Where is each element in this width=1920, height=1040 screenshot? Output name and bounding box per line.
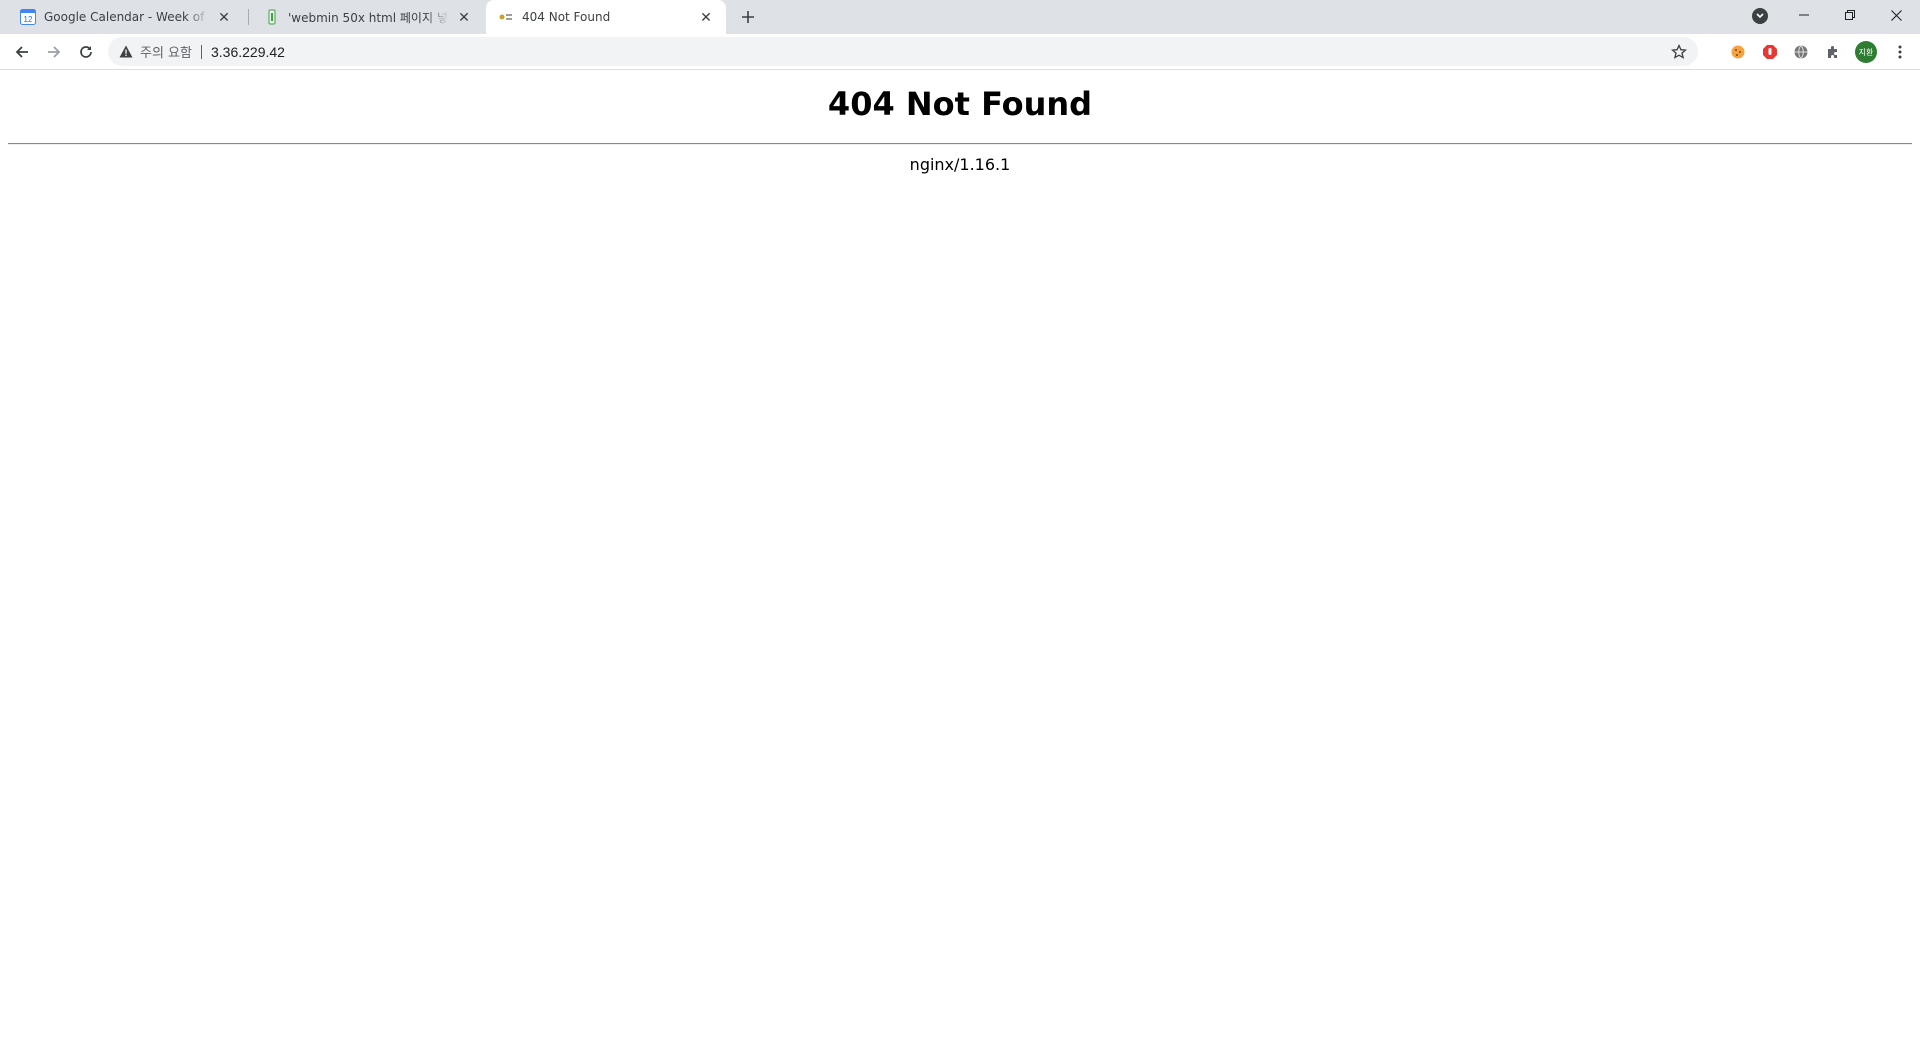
- new-tab-button[interactable]: [736, 5, 760, 29]
- tab-separator: [248, 9, 249, 25]
- page-heading: 404 Not Found: [827, 85, 1093, 123]
- horizontal-rule: [8, 143, 1912, 145]
- close-tab-icon[interactable]: ✕: [698, 9, 714, 25]
- tab-google-calendar[interactable]: 12 Google Calendar - Week of Ma ✕: [8, 0, 244, 34]
- extensions-puzzle-icon[interactable]: [1823, 42, 1843, 62]
- tab-title: 404 Not Found: [522, 10, 611, 24]
- chevron-down-icon: [1756, 13, 1764, 19]
- browser-toolbar: 주의 요함 3.36.229.42 지환: [0, 34, 1920, 70]
- url-text[interactable]: 3.36.229.42: [211, 44, 285, 60]
- back-button[interactable]: [8, 38, 36, 66]
- close-icon: [1890, 9, 1902, 21]
- minimize-icon: [1799, 14, 1809, 16]
- reload-button[interactable]: [72, 38, 100, 66]
- close-tab-icon[interactable]: ✕: [456, 9, 472, 25]
- bookmark-star-icon[interactable]: [1670, 43, 1688, 61]
- plus-icon: [742, 11, 754, 23]
- tab-search-button[interactable]: [1752, 8, 1768, 24]
- restore-button[interactable]: [1827, 0, 1873, 30]
- google-calendar-icon: 12: [20, 9, 36, 25]
- tab-strip: 12 Google Calendar - Week of Ma ✕ 'webmi…: [0, 0, 1920, 34]
- warning-icon[interactable]: [118, 44, 134, 60]
- svg-text:12: 12: [24, 15, 33, 24]
- arrow-right-icon: [48, 46, 61, 58]
- tab-title: 'webmin 50x html 페이지 넣는 ': [288, 10, 450, 25]
- forward-button[interactable]: [40, 38, 68, 66]
- default-page-icon: [498, 9, 514, 25]
- cookie-extension-icon[interactable]: [1728, 42, 1748, 62]
- tab-404-not-found[interactable]: 404 Not Found ✕: [486, 0, 726, 34]
- tab-title: Google Calendar - Week of Ma: [44, 10, 210, 24]
- minimize-button[interactable]: [1781, 0, 1827, 30]
- globe-extension-icon[interactable]: [1791, 42, 1811, 62]
- omnibox-divider: [200, 44, 202, 59]
- address-bar[interactable]: 주의 요함 3.36.229.42: [108, 37, 1698, 66]
- security-status-label[interactable]: 주의 요함: [140, 42, 192, 61]
- reload-icon: [80, 46, 92, 58]
- arrow-left-icon: [15, 46, 28, 58]
- page-content: 404 Not Found nginx/1.16.1: [0, 71, 1920, 1040]
- profile-avatar[interactable]: 지환: [1855, 41, 1877, 63]
- adblock-extension-icon[interactable]: [1760, 42, 1780, 62]
- vertical-dots-icon: [1898, 45, 1902, 59]
- tab-webmin[interactable]: 'webmin 50x html 페이지 넣는 ' ✕: [252, 0, 484, 34]
- restore-icon: [1845, 10, 1855, 20]
- close-window-button[interactable]: [1873, 0, 1919, 30]
- more-menu-button[interactable]: [1890, 42, 1910, 62]
- page-icon: [264, 9, 280, 25]
- close-tab-icon[interactable]: ✕: [216, 9, 232, 25]
- server-signature: nginx/1.16.1: [909, 155, 1011, 174]
